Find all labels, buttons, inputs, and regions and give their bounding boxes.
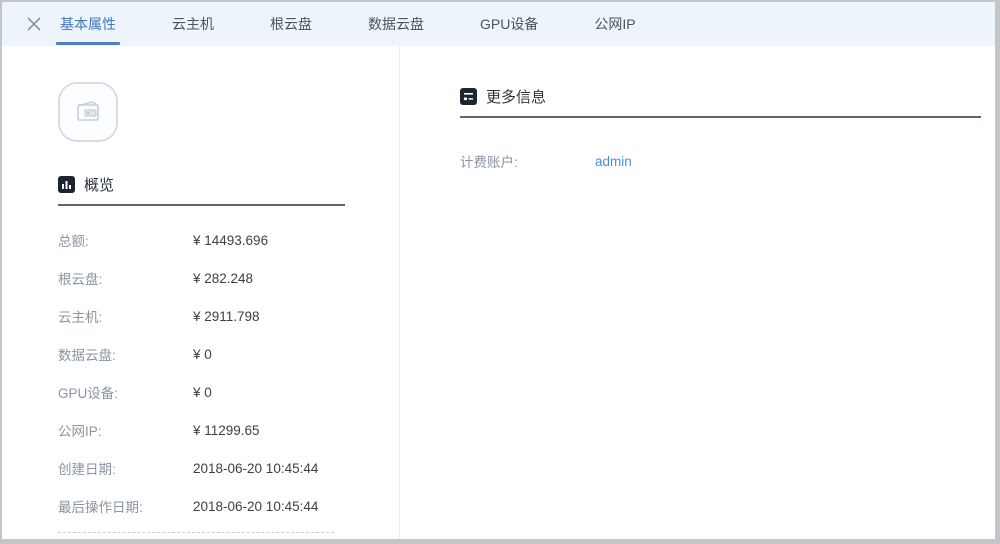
tab-gpu-devices[interactable]: GPU设备 <box>476 2 542 46</box>
row-value: ¥ 0 <box>193 347 212 362</box>
row-value: ¥ 14493.696 <box>193 233 268 248</box>
overview-panel: 概览 总额: ¥ 14493.696 根云盘: ¥ 282.248 云主机: ¥… <box>2 46 400 539</box>
content-area: 概览 总额: ¥ 14493.696 根云盘: ¥ 282.248 云主机: ¥… <box>2 46 995 539</box>
wallet-icon <box>58 82 118 142</box>
row-label: 创建日期: <box>58 458 193 478</box>
overview-rows: 总额: ¥ 14493.696 根云盘: ¥ 282.248 云主机: ¥ 29… <box>58 221 399 525</box>
row-value: 2018-06-20 10:45:44 <box>193 461 318 476</box>
more-info-panel: 更多信息 计费账户: admin <box>400 46 995 539</box>
row-label: 计费账户: <box>460 151 595 171</box>
row-label: 云主机: <box>58 306 193 326</box>
table-row: 云主机: ¥ 2911.798 <box>58 297 399 335</box>
row-label: 根云盘: <box>58 268 193 288</box>
dashed-separator <box>58 532 334 533</box>
more-info-rows: 计费账户: admin <box>460 142 981 180</box>
more-info-divider <box>460 116 981 118</box>
row-value: ¥ 11299.65 <box>193 423 260 438</box>
row-label: GPU设备: <box>58 382 193 402</box>
tab-public-ip[interactable]: 公网IP <box>590 2 639 46</box>
row-value: ¥ 282.248 <box>193 271 253 286</box>
bar-chart-icon <box>58 176 75 193</box>
more-info-header: 更多信息 <box>460 86 981 107</box>
overview-header: 概览 <box>58 174 399 195</box>
document-list-icon <box>460 88 477 105</box>
table-row: 总额: ¥ 14493.696 <box>58 221 399 259</box>
billing-account-link[interactable]: admin <box>595 154 632 169</box>
more-info-title: 更多信息 <box>486 86 546 107</box>
close-button[interactable] <box>18 2 50 46</box>
close-icon <box>26 16 42 32</box>
table-row: 计费账户: admin <box>460 142 981 180</box>
table-row: 最后操作日期: 2018-06-20 10:45:44 <box>58 487 399 525</box>
overview-title: 概览 <box>84 174 114 195</box>
table-row: 创建日期: 2018-06-20 10:45:44 <box>58 449 399 487</box>
table-row: GPU设备: ¥ 0 <box>58 373 399 411</box>
table-row: 数据云盘: ¥ 0 <box>58 335 399 373</box>
row-label: 公网IP: <box>58 420 193 440</box>
tab-list: 基本属性 云主机 根云盘 数据云盘 GPU设备 公网IP <box>56 2 640 46</box>
overview-divider <box>58 204 345 206</box>
tab-basic-properties[interactable]: 基本属性 <box>56 2 120 46</box>
tab-bar: 基本属性 云主机 根云盘 数据云盘 GPU设备 公网IP <box>2 2 995 46</box>
row-label: 数据云盘: <box>58 344 193 364</box>
table-row: 根云盘: ¥ 282.248 <box>58 259 399 297</box>
row-label: 总额: <box>58 230 193 250</box>
row-value: ¥ 0 <box>193 385 212 400</box>
row-value: 2018-06-20 10:45:44 <box>193 499 318 514</box>
row-value: ¥ 2911.798 <box>193 309 260 324</box>
tab-root-volumes[interactable]: 根云盘 <box>266 2 316 46</box>
tab-vm-instances[interactable]: 云主机 <box>168 2 218 46</box>
detail-window: 基本属性 云主机 根云盘 数据云盘 GPU设备 公网IP <box>0 0 1000 544</box>
row-label: 最后操作日期: <box>58 496 193 516</box>
tab-data-volumes[interactable]: 数据云盘 <box>364 2 428 46</box>
table-row: 公网IP: ¥ 11299.65 <box>58 411 399 449</box>
